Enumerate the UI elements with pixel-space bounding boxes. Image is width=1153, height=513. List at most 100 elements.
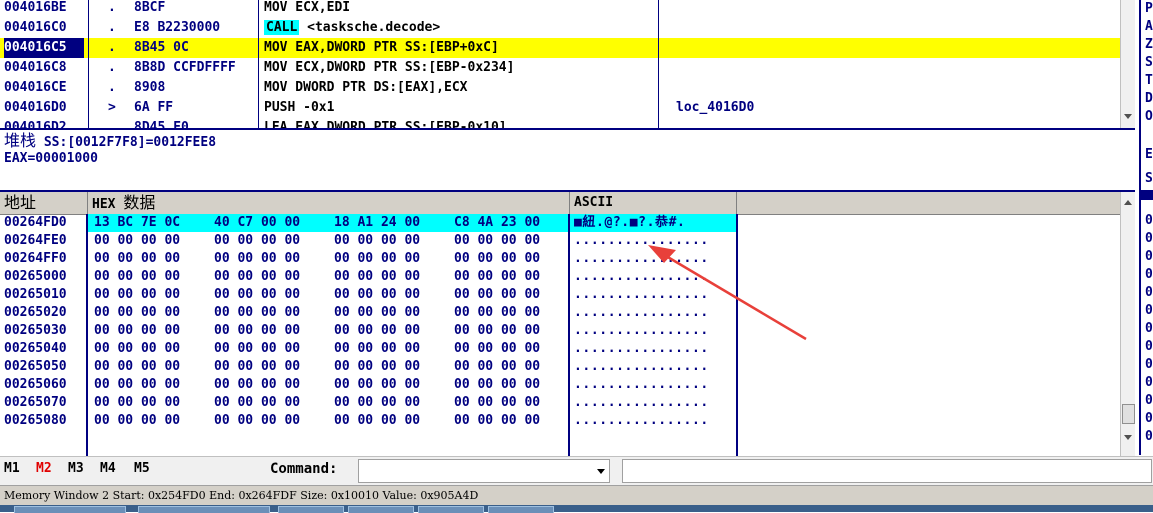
memory-tab-m3[interactable]: M3 [68, 457, 84, 485]
register-flag[interactable]: Z [1145, 36, 1153, 54]
memory-tab-m4[interactable]: M4 [100, 457, 116, 485]
register-flag[interactable]: E [1145, 146, 1153, 164]
dump-hex-group: C8 4A 23 00 [454, 215, 541, 230]
register-flag[interactable]: A [1145, 18, 1153, 36]
dump-row[interactable]: 00265040 00 00 00 00 00 00 00 00 00 00 00 0… [0, 340, 740, 358]
header-hex[interactable]: HEX 数据 [88, 192, 570, 214]
memory-tab-m1[interactable]: M1 [4, 457, 20, 485]
dump-row[interactable]: 00264FE0 00 00 00 00 00 00 00 00 00 00 00 0… [0, 232, 740, 250]
dump-row[interactable]: 00264FD0 13 BC 7E 0C 40 C7 00 00 18 A1 24 0… [0, 214, 740, 232]
dump-hex-group: 00 00 00 00 [454, 305, 541, 320]
chevron-down-icon[interactable] [597, 469, 605, 474]
dump-hex-group: 00 00 00 00 [334, 269, 421, 284]
dump-hex-group: 40 C7 00 00 [214, 215, 301, 230]
register-flag[interactable]: D [1145, 90, 1153, 108]
dump-address: 00265050 [4, 359, 67, 374]
scroll-up-icon[interactable] [1124, 200, 1132, 205]
header-ascii[interactable]: ASCII [570, 192, 737, 214]
dump-address: 00264FD0 [4, 215, 67, 230]
disassembly-scrollbar[interactable] [1120, 0, 1135, 128]
memory-tab-m2[interactable]: M2 [36, 457, 52, 485]
dump-row[interactable]: 00265010 00 00 00 00 00 00 00 00 00 00 00 0… [0, 286, 740, 304]
stack-value-digit: 0 [1145, 231, 1153, 246]
dump-hex-group: 00 00 00 00 [214, 395, 301, 410]
dump-hex-group: 00 00 00 00 [94, 287, 181, 302]
header-address[interactable]: 地址 [0, 192, 88, 214]
stack-value-digit: 0 [1145, 429, 1153, 444]
dump-hex-group: 00 00 00 00 [214, 269, 301, 284]
eax-info-line: EAX=00001000 [4, 151, 98, 166]
stack-value-digit: 0 [1145, 411, 1153, 426]
dump-ascii: ................ [574, 251, 709, 266]
dump-hex-group: 00 00 00 00 [94, 233, 181, 248]
dump-row[interactable]: 00265060 00 00 00 00 00 00 00 00 00 00 00 0… [0, 376, 740, 394]
call-keyword: CALL [264, 20, 300, 35]
column-divider [568, 214, 570, 458]
scroll-down-icon[interactable] [1124, 435, 1132, 440]
dump-address: 00265020 [4, 305, 67, 320]
dump-hex-group: 00 00 00 00 [454, 251, 541, 266]
disasm-address: 004016D2 [4, 120, 67, 128]
dump-row[interactable]: 00265000 00 00 00 00 00 00 00 00 00 00 00 0… [0, 268, 740, 286]
disasm-comment: loc_4016D0 [676, 100, 755, 115]
disasm-row[interactable]: 004016D2. 8D45 F0 LEA EAX,DWORD PTR SS:[EB… [0, 118, 1120, 128]
dump-hex-group: 00 00 00 00 [94, 269, 181, 284]
dump-hex-group: 00 00 00 00 [334, 233, 421, 248]
dump-row[interactable]: 00265080 00 00 00 00 00 00 00 00 00 00 00 0… [0, 412, 740, 430]
dump-hex-group: 00 00 00 00 [214, 287, 301, 302]
dump-row[interactable]: 00265030 00 00 00 00 00 00 00 00 00 00 00 0… [0, 322, 740, 340]
register-flag[interactable]: S [1145, 54, 1153, 72]
stack-value-digit: 0 [1145, 393, 1153, 408]
memory-dump-pane[interactable]: 地址 HEX 数据 ASCII 00264FD0 13 BC 7E 0C 40 C7… [0, 190, 1135, 458]
column-divider [88, 0, 89, 128]
dump-hex-group: 13 BC 7E 0C [94, 215, 181, 230]
dump-hex-group: 18 A1 24 00 [334, 215, 421, 230]
stack-label: 堆栈 [4, 131, 37, 150]
command-output-field[interactable] [622, 459, 1152, 483]
stack-value-digit: 0 [1145, 321, 1153, 336]
dump-ascii: ................ [574, 395, 709, 410]
registers-strip[interactable]: PAZSTDOES0000000000000 [1139, 0, 1153, 455]
disasm-row[interactable]: 004016C5. 8B45 0C MOV EAX,DWORD PTR SS:[EB… [0, 38, 1120, 58]
disasm-address: 004016C5 [4, 38, 84, 58]
dump-ascii: ................ [574, 287, 709, 302]
register-flag[interactable]: P [1145, 0, 1153, 18]
scroll-down-icon[interactable] [1124, 114, 1132, 119]
dump-address: 00265040 [4, 341, 67, 356]
dump-hex-group: 00 00 00 00 [454, 287, 541, 302]
dump-hex-group: 00 00 00 00 [454, 395, 541, 410]
dump-row[interactable]: 00265050 00 00 00 00 00 00 00 00 00 00 00 0… [0, 358, 740, 376]
command-input[interactable] [358, 459, 610, 483]
disasm-row[interactable]: 004016C8. 8B8D CCFDFFFF MOV ECX,DWORD PTR … [0, 58, 1120, 78]
dump-hex-group: 00 00 00 00 [94, 377, 181, 392]
disasm-row[interactable]: 004016CE. 8908 MOV DWORD PTR DS:[EAX],ECX [0, 78, 1120, 98]
disasm-instruction: PUSH -0x1 [264, 100, 335, 115]
dump-hex-group: 00 00 00 00 [454, 233, 541, 248]
dump-hex-group: 00 00 00 00 [94, 323, 181, 338]
scroll-thumb[interactable] [1122, 404, 1135, 424]
register-flag[interactable]: T [1145, 72, 1153, 90]
disasm-hex: 6A FF [134, 100, 174, 115]
dump-row[interactable]: 00265070 00 00 00 00 00 00 00 00 00 00 00 0… [0, 394, 740, 412]
memory-tab-m5[interactable]: M5 [134, 457, 150, 485]
disasm-row[interactable]: 004016BE. 8BCF MOV ECX,EDI [0, 0, 1120, 18]
disasm-row[interactable]: 004016C0. E8 B2230000 CALL <tasksche.decod… [0, 18, 1120, 38]
dump-row[interactable]: 00264FF0 00 00 00 00 00 00 00 00 00 00 00 0… [0, 250, 740, 268]
dump-scrollbar[interactable] [1120, 192, 1135, 458]
dump-hex-group: 00 00 00 00 [454, 323, 541, 338]
disasm-marker: . [108, 80, 116, 95]
dump-address: 00265030 [4, 323, 67, 338]
disasm-row[interactable]: 004016D0 >6A FF PUSH -0x1 loc_4016D0 [0, 98, 1120, 118]
register-flag[interactable]: O [1145, 108, 1153, 126]
dump-ascii: ................ [574, 377, 709, 392]
dump-address: 00265060 [4, 377, 67, 392]
disassembly-pane[interactable]: 004016BE. 8BCF MOV ECX,EDI 004016C0. E8 B223… [0, 0, 1135, 128]
disasm-marker: . [108, 20, 116, 35]
stack-value-digit: 0 [1145, 285, 1153, 300]
disasm-marker: > [108, 100, 116, 115]
stack-value-digit: 0 [1145, 375, 1153, 390]
register-flag[interactable]: S [1145, 170, 1153, 188]
dump-row[interactable]: 00265020 00 00 00 00 00 00 00 00 00 00 00 0… [0, 304, 740, 322]
dump-address: 00264FF0 [4, 251, 67, 266]
stack-value-digit: 0 [1145, 213, 1153, 228]
